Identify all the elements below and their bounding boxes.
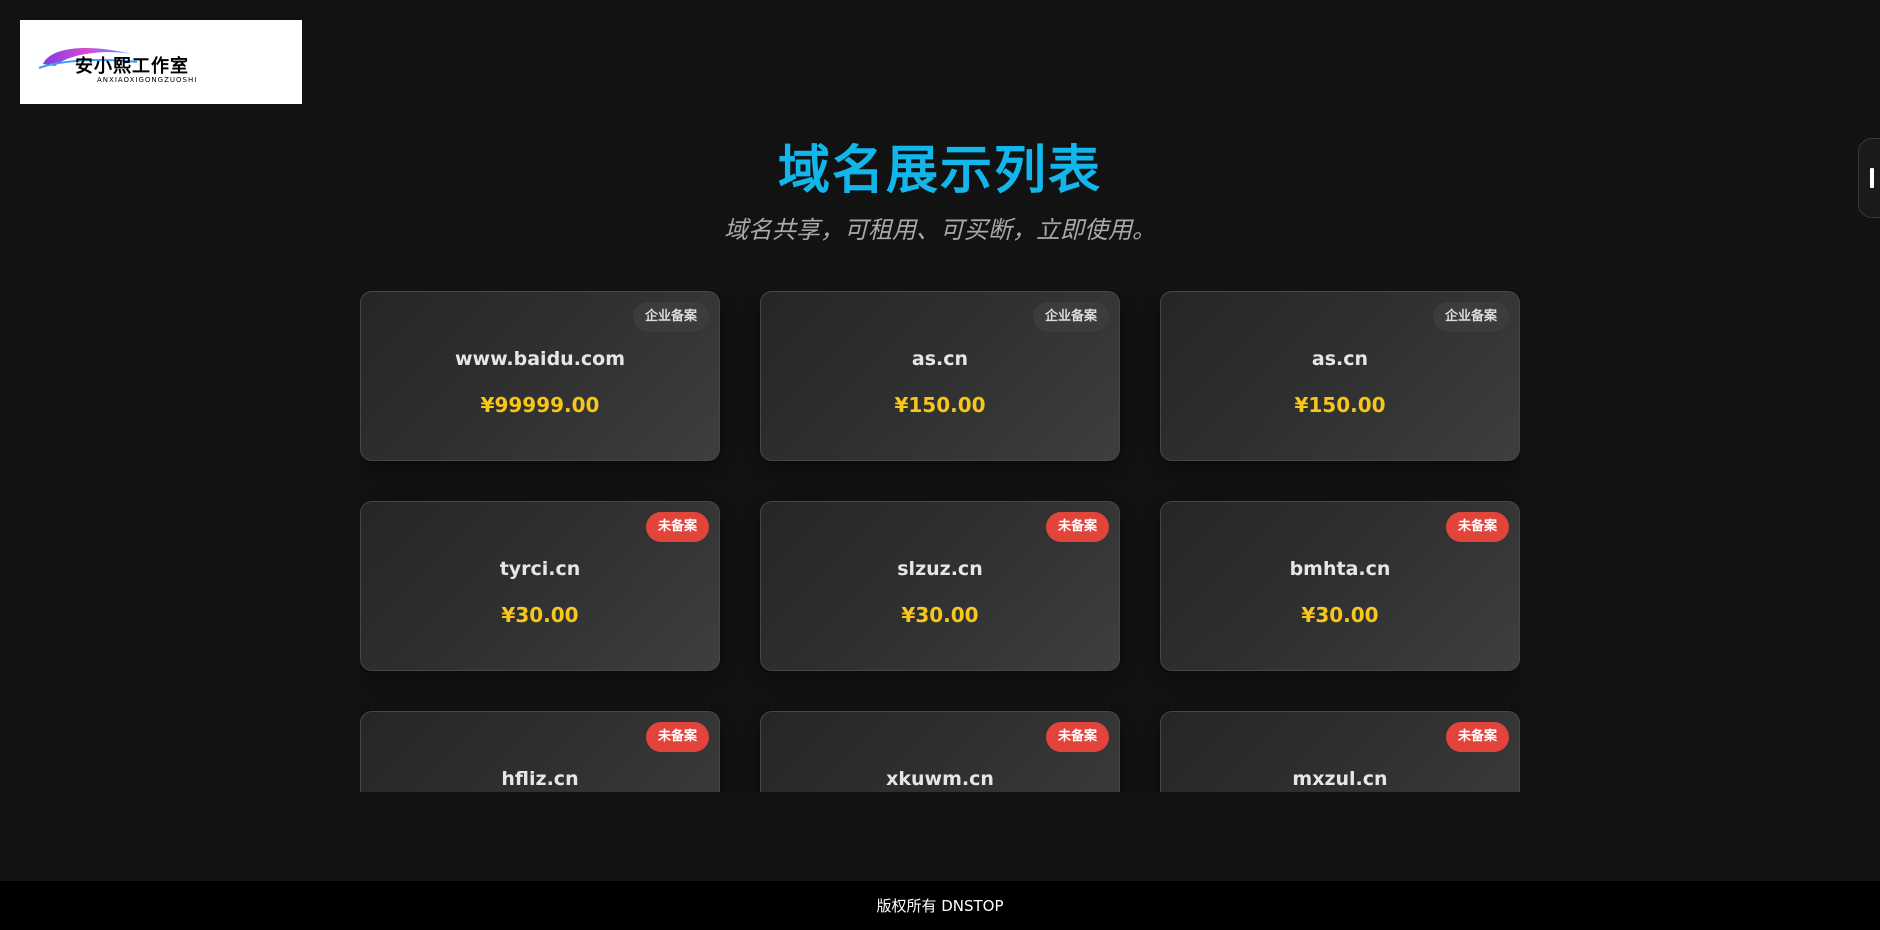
filing-badge: 未备案	[1045, 512, 1109, 542]
domain-list-viewport[interactable]: 企业备案 www.baidu.com ¥99999.00 企业备案 as.cn …	[360, 291, 1520, 792]
domain-price: ¥30.00	[1301, 603, 1379, 627]
footer: 版权所有 DNSTOP	[0, 881, 1880, 930]
domain-name: hfliz.cn	[501, 768, 579, 790]
filing-badge: 未备案	[1045, 722, 1109, 752]
domain-card[interactable]: 未备案 tyrci.cn ¥30.00	[360, 501, 720, 671]
domain-grid: 企业备案 www.baidu.com ¥99999.00 企业备案 as.cn …	[360, 291, 1520, 792]
domain-price: ¥150.00	[894, 393, 986, 417]
domain-card[interactable]: 未备案 xkuwm.cn	[760, 711, 1120, 792]
logo-subtext: ANXIAOXIGONGZUOSHI	[97, 76, 197, 84]
logo-text: 安小熙工作室	[75, 55, 189, 77]
domain-name: xkuwm.cn	[886, 768, 994, 790]
domain-card[interactable]: 未备案 hfliz.cn	[360, 711, 720, 792]
domain-name: tyrci.cn	[499, 558, 581, 580]
domain-price: ¥30.00	[501, 603, 579, 627]
filing-badge: 未备案	[645, 722, 709, 752]
filing-badge: 未备案	[1445, 722, 1509, 752]
filing-badge: 企业备案	[1432, 302, 1509, 332]
page: 安小熙工作室 ANXIAOXIGONGZUOSHI 域名展示列表 域名共享，可租…	[0, 0, 1880, 930]
domain-card[interactable]: 企业备案 as.cn ¥150.00	[760, 291, 1120, 461]
logo-swoosh-icon: 安小熙工作室 ANXIAOXIGONGZUOSHI	[38, 48, 197, 84]
page-title: 域名展示列表	[777, 141, 1102, 201]
domain-name: slzuz.cn	[897, 558, 983, 580]
domain-card[interactable]: 企业备案 www.baidu.com ¥99999.00	[360, 291, 720, 461]
domain-name: www.baidu.com	[454, 348, 626, 370]
domain-card[interactable]: 未备案 mxzul.cn	[1160, 711, 1520, 792]
domain-card[interactable]: 未备案 slzuz.cn ¥30.00	[760, 501, 1120, 671]
site-logo[interactable]: 安小熙工作室 ANXIAOXIGONGZUOSHI	[20, 20, 302, 104]
domain-name: as.cn	[1311, 348, 1369, 370]
domain-card[interactable]: 企业备案 as.cn ¥150.00	[1160, 291, 1520, 461]
domain-card[interactable]: 未备案 bmhta.cn ¥30.00	[1160, 501, 1520, 671]
filing-badge: 企业备案	[632, 302, 709, 332]
domain-name: bmhta.cn	[1289, 558, 1391, 580]
page-subtitle: 域名共享，可租用、可买断，立即使用。	[724, 216, 1156, 244]
domain-price: ¥30.00	[901, 603, 979, 627]
domain-price: ¥99999.00	[480, 393, 600, 417]
filing-badge: 企业备案	[1032, 302, 1109, 332]
filing-badge: 未备案	[645, 512, 709, 542]
copyright-text: 版权所有 DNSTOP	[876, 897, 1004, 915]
filing-badge: 未备案	[1445, 512, 1509, 542]
drawer-handle-icon	[1870, 168, 1874, 188]
domain-price: ¥150.00	[1294, 393, 1386, 417]
domain-name: mxzul.cn	[1292, 768, 1388, 790]
domain-name: as.cn	[911, 348, 969, 370]
side-drawer-toggle[interactable]	[1858, 138, 1880, 218]
